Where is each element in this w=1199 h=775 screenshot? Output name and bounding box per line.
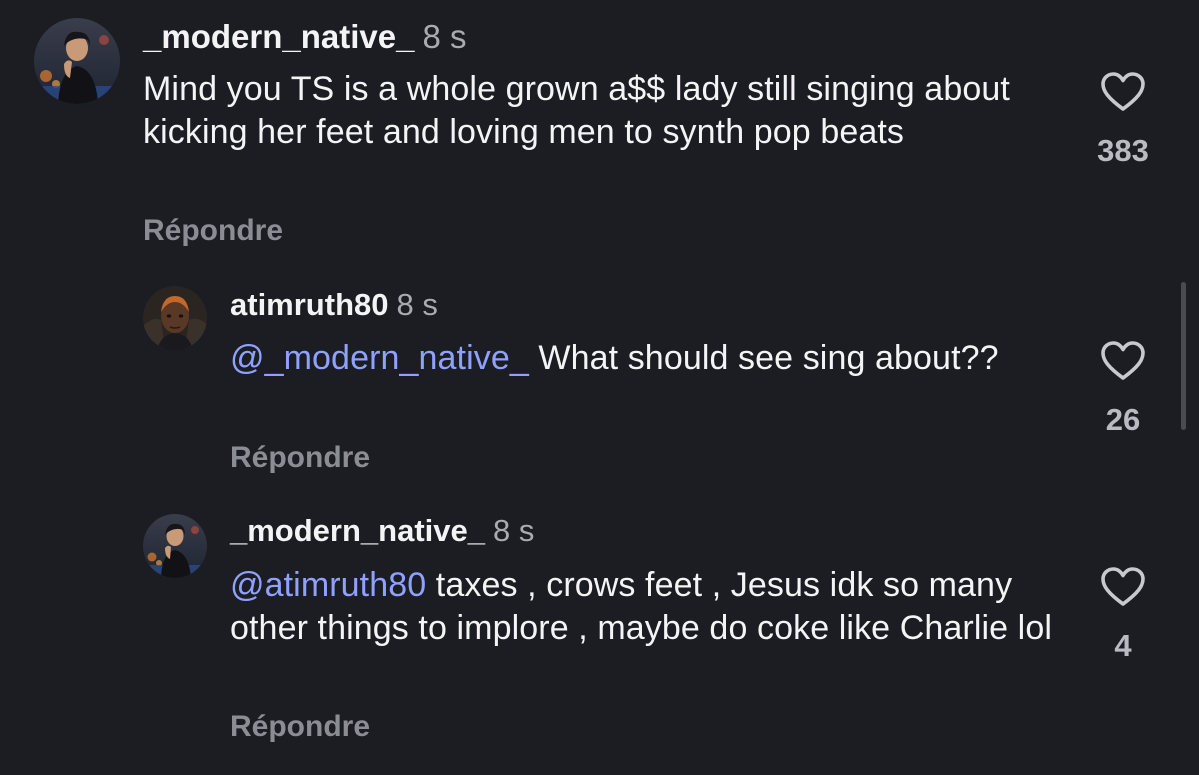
username[interactable]: _modern_native_ [143,18,414,55]
timestamp: 8 s [396,287,438,322]
timestamp: 8 s [493,513,535,548]
avatar[interactable] [143,514,207,578]
comments-panel: _modern_native_ 8 s Mind you TS is a whol… [0,0,1199,775]
comment-body: What should see sing about?? [528,339,999,377]
like-button[interactable] [1100,566,1146,608]
like-count: 383 [1097,133,1149,168]
heart-outline-icon [1101,567,1145,606]
mention-link[interactable]: @atimruth80 [230,566,426,604]
comment-text: @atimruth80 taxes , crows feet , Jesus i… [230,564,1070,650]
username-line: atimruth80 8 s [230,287,438,323]
reply-button[interactable]: Répondre [230,441,370,475]
username[interactable]: atimruth80 [230,287,388,322]
comment-body: Mind you TS is a whole grown a$$ lady st… [143,70,1010,151]
like-button[interactable] [1100,340,1146,382]
like-button[interactable] [1100,71,1146,113]
avatar[interactable] [34,18,120,104]
comment-text: @_modern_native_ What should see sing ab… [230,337,1070,380]
avatar-image [143,514,207,578]
comment-text: Mind you TS is a whole grown a$$ lady st… [143,68,1063,154]
avatar[interactable] [143,286,207,350]
avatar-image [34,18,120,104]
like-count: 26 [1105,402,1141,437]
heart-outline-icon [1101,341,1145,380]
reply-button[interactable]: Répondre [230,710,370,744]
avatar-image [143,286,207,350]
mention-link[interactable]: @_modern_native_ [230,339,529,377]
username[interactable]: _modern_native_ [230,513,485,548]
username-line: _modern_native_ 8 s [230,513,534,549]
like-count: 4 [1114,628,1132,663]
heart-outline-icon [1101,72,1145,111]
username-line: _modern_native_ 8 s [143,18,466,56]
reply-button[interactable]: Répondre [143,214,283,248]
scrollbar[interactable] [1181,282,1186,430]
timestamp: 8 s [422,18,467,55]
